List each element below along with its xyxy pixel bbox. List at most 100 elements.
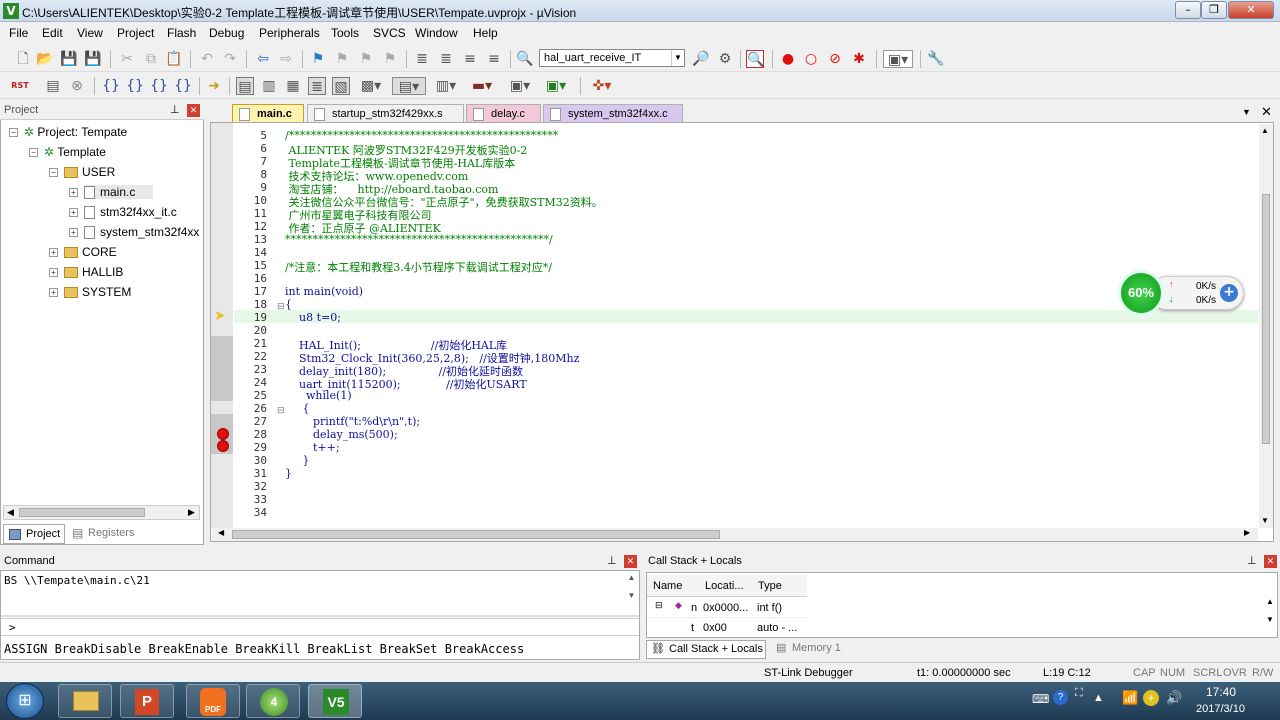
kill-all-breakpoints-icon[interactable]: ✱: [850, 50, 868, 68]
collapse-project-toggle[interactable]: −: [9, 128, 18, 137]
scroll-left-icon[interactable]: ◀: [7, 507, 14, 518]
step-out-icon[interactable]: {}: [150, 77, 168, 95]
system-viewer-icon[interactable]: ▣▾: [542, 77, 570, 95]
net-percent-badge[interactable]: 60%: [1118, 270, 1164, 316]
find-combo[interactable]: hal_uart_receive_IT: [539, 49, 685, 67]
expand-group-toggle[interactable]: +: [49, 248, 58, 257]
help-icon[interactable]: ?: [1053, 690, 1068, 705]
indent-icon[interactable]: ≣: [413, 50, 431, 68]
menu-flash[interactable]: Flash: [167, 26, 196, 40]
tab-main-c[interactable]: main.c: [232, 104, 304, 123]
column-header[interactable]: Type: [758, 580, 782, 592]
expand-group-toggle[interactable]: +: [49, 288, 58, 297]
clock-time[interactable]: 17:40: [1206, 685, 1236, 699]
taskbar-uvision[interactable]: V5: [308, 684, 362, 718]
menu-svcs[interactable]: SVCS: [373, 26, 406, 40]
prev-bookmark-icon[interactable]: ⚑: [333, 50, 351, 68]
analysis-windows-icon[interactable]: ▬▾: [468, 77, 496, 95]
tab-callstack[interactable]: ⛓ Call Stack + Locals: [646, 640, 766, 659]
toolbox-icon[interactable]: ✜▾: [588, 77, 616, 95]
signal-icon[interactable]: 📶: [1122, 690, 1138, 706]
scroll-down-icon[interactable]: ▼: [1261, 516, 1269, 525]
tab-system-c[interactable]: system_stm32f4xx.c: [543, 104, 683, 123]
code-line[interactable]: while(1): [285, 389, 352, 402]
trace-windows-icon[interactable]: ▣▾: [506, 77, 534, 95]
collapse-target-toggle[interactable]: −: [29, 148, 38, 157]
cut-icon[interactable]: ✂: [118, 50, 136, 68]
next-bookmark-icon[interactable]: ⚑: [357, 50, 375, 68]
run-icon[interactable]: ▤: [44, 77, 62, 95]
code-line[interactable]: }: [285, 467, 292, 480]
disassembly-window-icon[interactable]: ▥: [260, 77, 278, 95]
fold-toggle-icon[interactable]: ⊟: [277, 405, 285, 416]
close-panel-icon[interactable]: ✕: [187, 104, 200, 117]
run-to-cursor-icon[interactable]: {}: [174, 77, 192, 95]
editor-vscrollbar[interactable]: ▲ ▼: [1259, 124, 1273, 528]
clear-bookmarks-icon[interactable]: ⚑: [381, 50, 399, 68]
command-input[interactable]: >: [1, 618, 639, 636]
symbols-window-icon[interactable]: ▦: [284, 77, 302, 95]
scroll-thumb[interactable]: [1262, 194, 1270, 444]
registers-window-icon[interactable]: ≣: [308, 77, 326, 95]
open-file-icon[interactable]: 📂: [36, 50, 54, 68]
code-line[interactable]: }: [285, 454, 309, 467]
nav-forward-icon[interactable]: ⇨: [277, 50, 295, 68]
command-vscrollbar[interactable]: ▲ ▼: [625, 573, 638, 613]
add-icon[interactable]: +: [1220, 284, 1238, 302]
code-line[interactable]: /*注意：本工程和教程3.4小节程序下载调试工程对应*/: [285, 259, 552, 275]
expand-file-toggle[interactable]: +: [69, 228, 78, 237]
expand-file-toggle[interactable]: +: [69, 208, 78, 217]
menu-tools[interactable]: Tools: [331, 26, 359, 40]
reset-icon[interactable]: RST: [8, 77, 32, 95]
tab-registers[interactable]: ▤ Registers: [68, 524, 142, 544]
tree-target[interactable]: ✲ Template: [44, 145, 106, 159]
menu-peripherals[interactable]: Peripherals: [259, 26, 320, 40]
code-line[interactable]: t++;: [285, 441, 340, 454]
code-line[interactable]: delay_ms(500);: [285, 428, 398, 441]
pin-icon[interactable]: ⊥: [607, 552, 617, 570]
menu-view[interactable]: View: [77, 26, 103, 40]
taskbar-pdf-reader[interactable]: PDF: [186, 684, 240, 718]
find-in-files-icon[interactable]: 🔍: [516, 50, 534, 68]
pin-icon[interactable]: ⊥: [170, 103, 180, 116]
find-icon[interactable]: 🔎: [692, 50, 710, 68]
scroll-left-icon[interactable]: ◀: [218, 528, 224, 537]
project-hscrollbar[interactable]: ◀ ▶: [3, 505, 200, 520]
command-window-icon[interactable]: ▤: [236, 77, 254, 95]
start-stop-debug-icon[interactable]: 🔍: [746, 50, 764, 68]
menu-edit[interactable]: Edit: [42, 26, 63, 40]
tree-file-stm32f4xx-it[interactable]: stm32f4xx_it.c: [84, 205, 177, 220]
breakpoint-icon[interactable]: [217, 428, 229, 440]
chevron-down-icon[interactable]: ▼: [671, 50, 684, 66]
memory-window-icon[interactable]: ▤▾: [392, 77, 426, 95]
menu-project[interactable]: Project: [117, 26, 154, 40]
redo-icon[interactable]: ↷: [221, 50, 239, 68]
code-line[interactable]: u8 t=0;: [285, 311, 341, 324]
tab-startup-s[interactable]: startup_stm32f429xx.s: [307, 104, 464, 123]
breakpoint-gutter[interactable]: [211, 123, 233, 529]
call-stack-window-icon[interactable]: ▧: [332, 77, 350, 95]
menu-window[interactable]: Window: [415, 26, 458, 40]
tree-file-main-c[interactable]: main.c: [84, 185, 154, 200]
tree-group-user[interactable]: USER: [64, 165, 115, 179]
chevron-up-icon[interactable]: ▲: [1093, 692, 1104, 704]
tree-group-system[interactable]: SYSTEM: [64, 285, 131, 299]
tab-memory[interactable]: ▤ Memory 1: [772, 640, 852, 659]
step-into-icon[interactable]: {}: [102, 77, 120, 95]
editor-hscrollbar[interactable]: ◀ ▶: [212, 528, 1258, 541]
save-all-icon[interactable]: 💾: [84, 50, 102, 68]
tree-group-core[interactable]: CORE: [64, 245, 117, 259]
code-line[interactable]: ****************************************…: [285, 233, 553, 246]
scroll-thumb[interactable]: [232, 530, 720, 539]
watch-windows-icon[interactable]: ▩▾: [357, 77, 385, 95]
start-button[interactable]: ⊞: [6, 683, 44, 719]
menu-file[interactable]: File: [9, 26, 28, 40]
taskbar-powerpoint[interactable]: P: [120, 684, 174, 718]
keyboard-icon[interactable]: ⌨: [1032, 692, 1049, 706]
code-line[interactable]: /***************************************…: [285, 129, 558, 142]
serial-windows-icon[interactable]: ▥▾: [432, 77, 460, 95]
minimize-button[interactable]: –: [1175, 1, 1201, 19]
copy-icon[interactable]: ⧉: [142, 50, 160, 68]
collapse-user-toggle[interactable]: −: [49, 168, 58, 177]
tab-delay-c[interactable]: delay.c: [466, 104, 541, 123]
